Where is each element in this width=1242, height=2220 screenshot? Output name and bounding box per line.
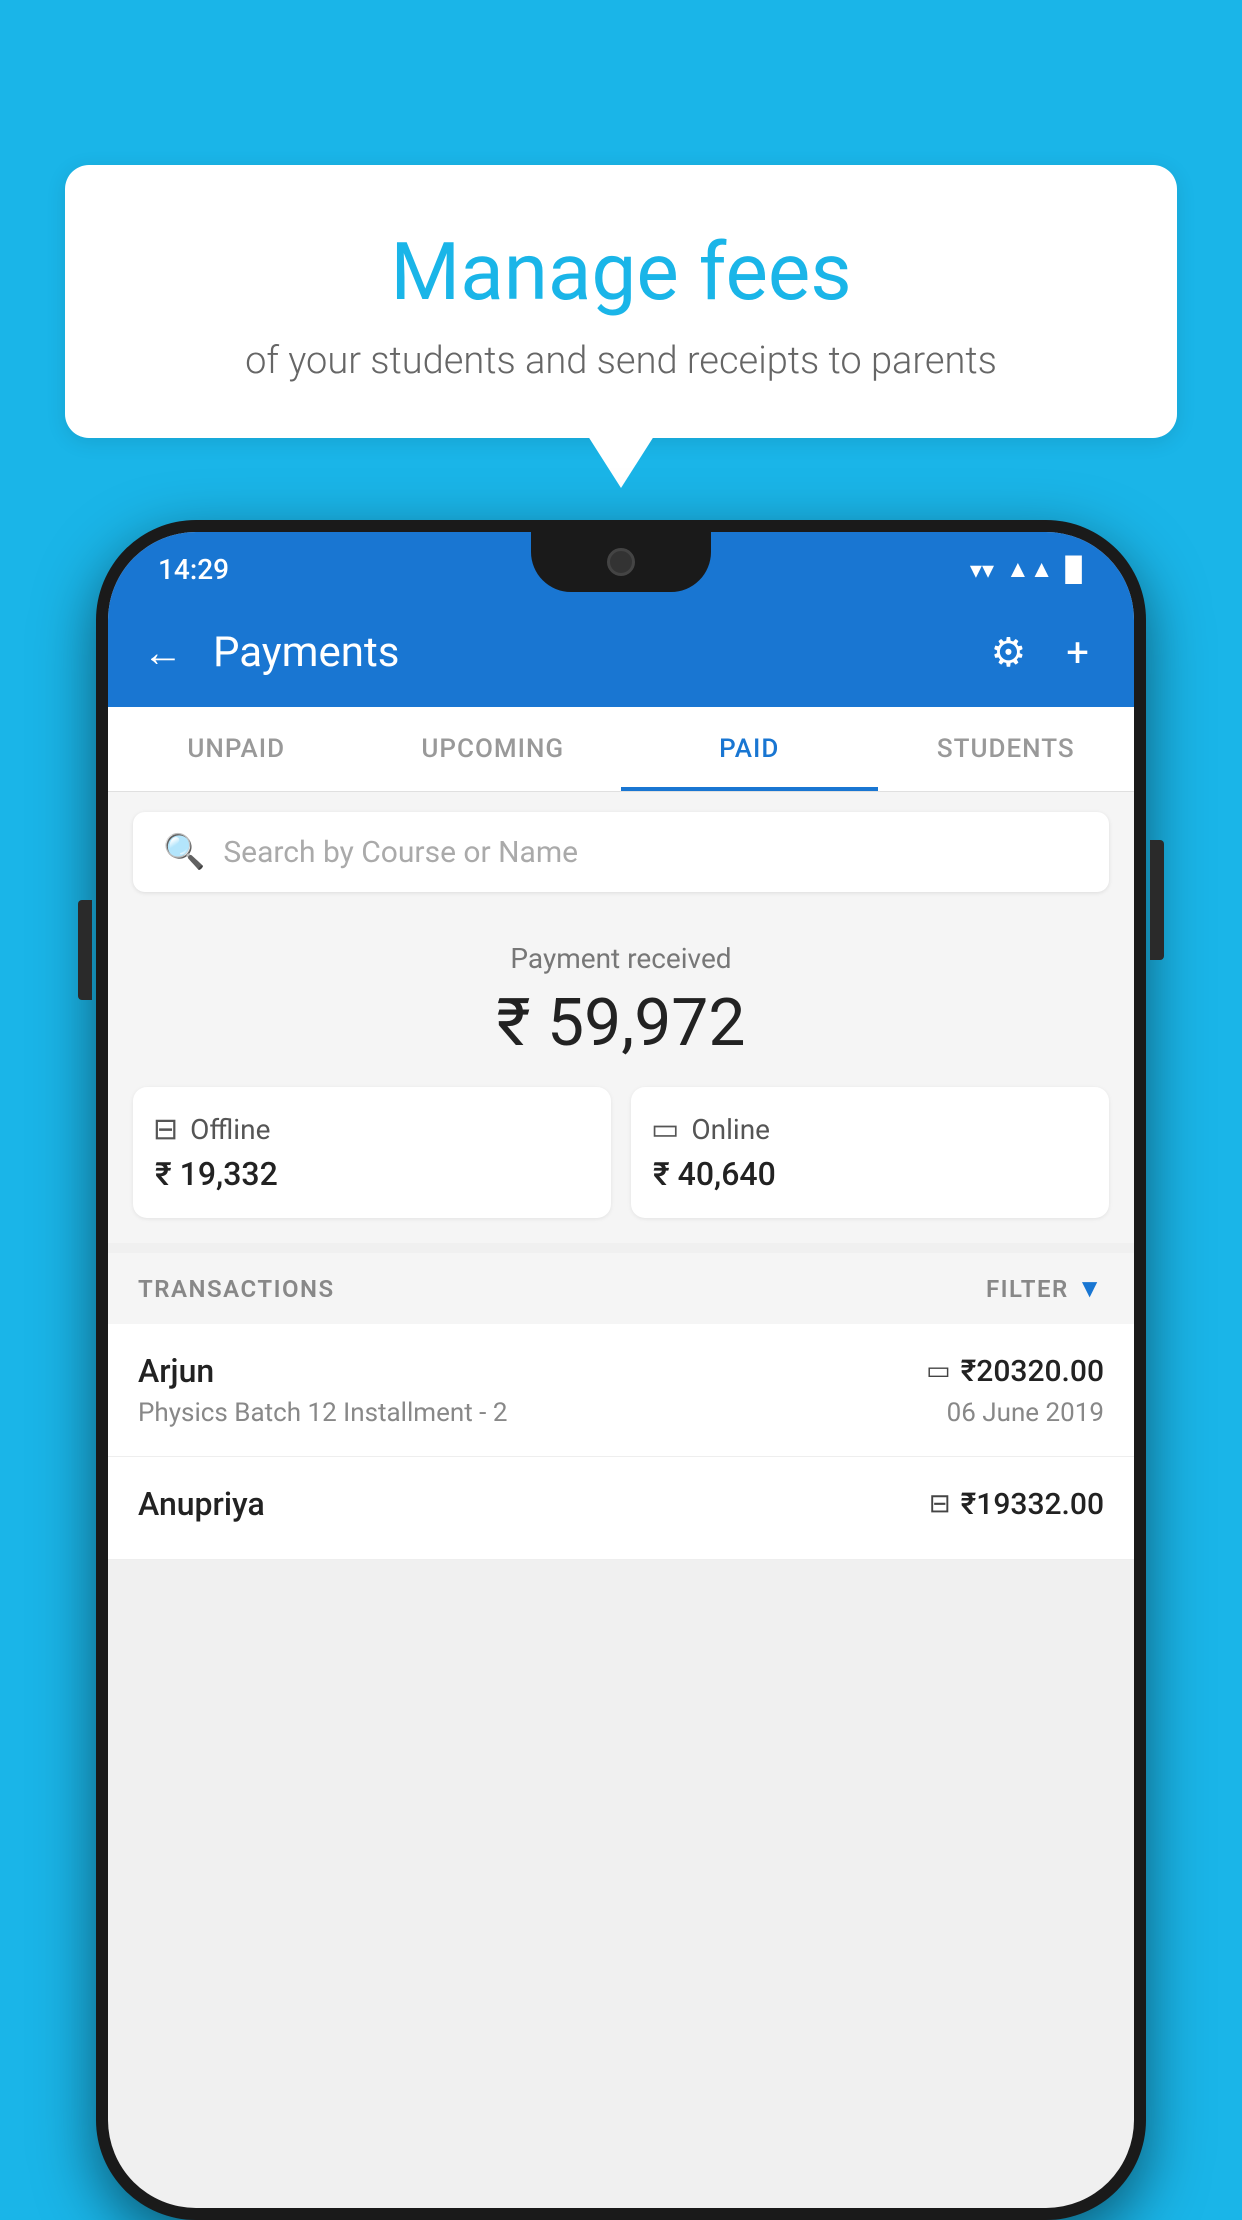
search-icon: 🔍 [163,832,205,872]
amount-value-2: ₹19332.00 [961,1487,1104,1522]
phone-inner: 14:29 ▾▾ ▲▲ ▉ ← Payments ⚙ + UNPAID UPCO… [108,532,1134,2208]
tab-paid[interactable]: PAID [621,707,878,791]
offline-card-header: ⊟ Offline [153,1112,270,1147]
amount-value-1: ₹20320.00 [961,1354,1104,1389]
wifi-icon: ▾▾ [970,556,994,584]
offline-label: Offline [190,1113,270,1146]
app-bar: ← Payments ⚙ + [108,597,1134,707]
online-label: Online [691,1113,770,1146]
amount-row-2: ⊟ ₹19332.00 [929,1487,1104,1522]
payment-cards: ⊟ Offline ₹ 19,332 ▭ Online ₹ 40,640 [133,1087,1109,1218]
tab-students[interactable]: STUDENTS [878,707,1135,791]
signal-icon: ▲▲ [1006,555,1054,584]
app-title: Payments [213,628,960,677]
student-name-1: Arjun [138,1352,214,1390]
offline-amount: ₹ 19,332 [155,1155,278,1193]
payment-total: ₹ 59,972 [133,985,1109,1062]
offline-icon: ⊟ [153,1112,178,1147]
battery-icon: ▉ [1066,556,1084,584]
phone-notch [531,532,711,592]
payment-label: Payment received [133,942,1109,975]
online-amount: ₹ 40,640 [653,1155,776,1193]
amount-row-1: ▭ ₹20320.00 [926,1354,1104,1389]
add-button[interactable]: + [1056,619,1099,686]
online-card: ▭ Online ₹ 40,640 [631,1087,1109,1218]
bubble-subtitle: of your students and send receipts to pa… [115,339,1127,383]
payment-summary: Payment received ₹ 59,972 ⊟ Offline ₹ 19… [108,912,1134,1243]
card-payment-icon-1: ▭ [926,1356,951,1386]
course-name-1: Physics Batch 12 Installment - 2 [138,1398,507,1428]
filter-label: FILTER [986,1275,1069,1303]
search-input[interactable]: Search by Course or Name [223,835,578,870]
tabs-bar: UNPAID UPCOMING PAID STUDENTS [108,707,1134,792]
back-button[interactable]: ← [143,629,183,676]
online-icon: ▭ [651,1112,679,1147]
search-container: 🔍 Search by Course or Name [108,792,1134,912]
phone-outer: 14:29 ▾▾ ▲▲ ▉ ← Payments ⚙ + UNPAID UPCO… [96,520,1146,2220]
transaction-bottom-1: Physics Batch 12 Installment - 2 06 June… [138,1398,1104,1428]
camera [607,548,635,576]
transactions-header: TRANSACTIONS FILTER ▼ [108,1253,1134,1324]
offline-payment-icon-2: ⊟ [929,1489,951,1519]
transaction-top-2: Anupriya ⊟ ₹19332.00 [138,1485,1104,1523]
tab-unpaid[interactable]: UNPAID [108,707,365,791]
table-row[interactable]: Anupriya ⊟ ₹19332.00 [108,1457,1134,1560]
transaction-list: Arjun ▭ ₹20320.00 Physics Batch 12 Insta… [108,1324,1134,1560]
transactions-label: TRANSACTIONS [138,1275,335,1303]
filter-icon: ▼ [1077,1273,1104,1304]
status-icons: ▾▾ ▲▲ ▉ [970,555,1084,584]
search-bar[interactable]: 🔍 Search by Course or Name [133,812,1109,892]
filter-button[interactable]: FILTER ▼ [986,1273,1104,1304]
phone-wrapper: 14:29 ▾▾ ▲▲ ▉ ← Payments ⚙ + UNPAID UPCO… [96,520,1146,2220]
gear-button[interactable]: ⚙ [980,619,1036,686]
offline-card: ⊟ Offline ₹ 19,332 [133,1087,611,1218]
student-name-2: Anupriya [138,1485,265,1523]
table-row[interactable]: Arjun ▭ ₹20320.00 Physics Batch 12 Insta… [108,1324,1134,1457]
bubble-title: Manage fees [115,225,1127,319]
status-time: 14:29 [158,553,229,586]
date-value-1: 06 June 2019 [947,1398,1104,1428]
online-card-header: ▭ Online [651,1112,770,1147]
tab-upcoming[interactable]: UPCOMING [365,707,622,791]
speech-bubble: Manage fees of your students and send re… [65,165,1177,438]
transaction-top-1: Arjun ▭ ₹20320.00 [138,1352,1104,1390]
